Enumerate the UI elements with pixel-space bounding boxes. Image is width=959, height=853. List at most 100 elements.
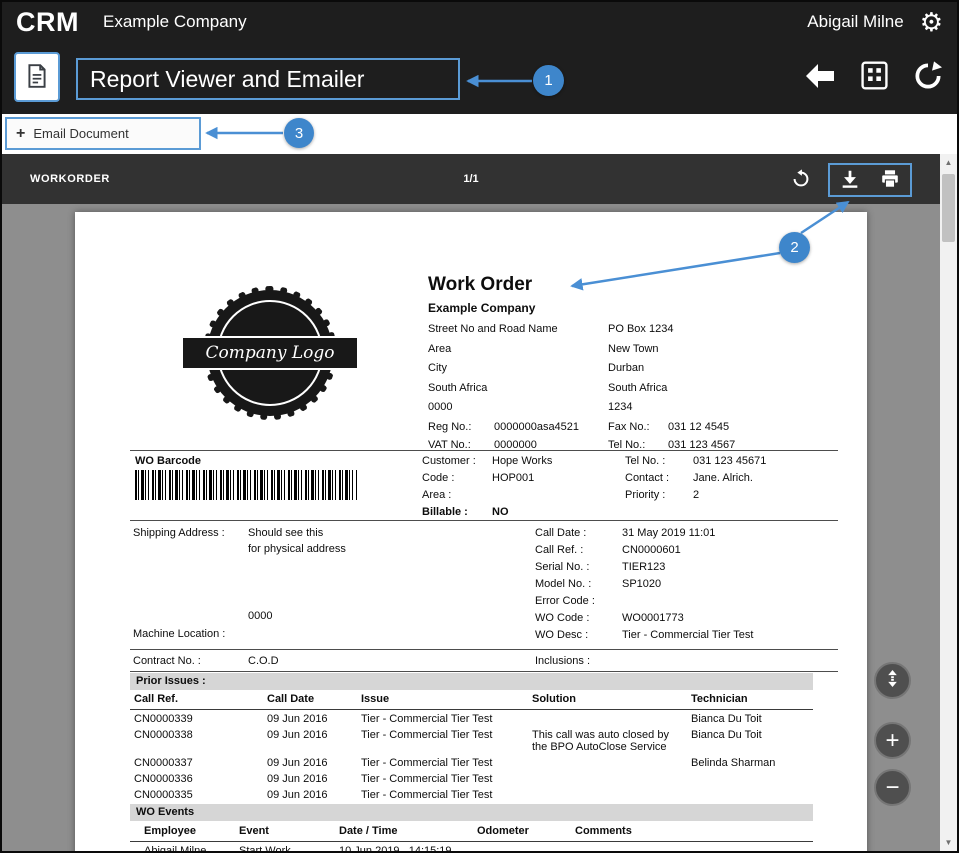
prior-issues-band: Prior Issues : [130, 673, 813, 690]
column-header: Odometer [473, 823, 571, 842]
table-row: CN0000338 09 Jun 2016 Tier - Commercial … [130, 726, 813, 754]
fit-to-page-icon [883, 669, 902, 693]
column-header: Issue [357, 691, 528, 710]
wo-barcode-label: WO Barcode [135, 455, 201, 467]
table-cell: CN0000336 [130, 770, 263, 786]
wo-events-table: Employee Event Date / Time Odometer Comm… [130, 823, 813, 853]
address-left: City [428, 362, 608, 374]
callout-1: 1 [533, 65, 564, 96]
column-header: Call Ref. [130, 691, 263, 710]
report-head-block: Work Order Example Company Street No and… [428, 274, 838, 451]
address-right: PO Box 1234 [608, 323, 838, 335]
vertical-scrollbar[interactable]: ▲ ▼ [940, 154, 957, 851]
machine-location-label: Machine Location : [133, 628, 225, 640]
field-label: Code : [422, 472, 492, 484]
document-button[interactable] [14, 52, 60, 102]
toolbar-icons [801, 58, 947, 96]
download-button[interactable] [837, 167, 863, 193]
table-cell: Tier - Commercial Tier Test [357, 726, 528, 754]
address-left: South Africa [428, 382, 608, 394]
seal-text: Company Logo [206, 347, 335, 359]
field-value [492, 489, 552, 501]
back-arrow-icon [802, 58, 838, 97]
address-right: 1234 [608, 401, 838, 413]
zoom-out-icon: − [885, 776, 899, 800]
plus-icon: + [16, 125, 25, 143]
scroll-up-button[interactable]: ▲ [940, 154, 957, 171]
field-value: Hope Works [492, 455, 552, 467]
settings-button[interactable]: ⚙ [920, 9, 943, 35]
field-value: SP1020 [622, 578, 753, 590]
divider [130, 450, 838, 451]
field-label: Call Ref. : [535, 544, 622, 556]
zoom-in-button[interactable]: + [874, 722, 911, 759]
table-cell [687, 770, 813, 786]
shipping-value: Should see this for physical address [248, 527, 346, 559]
field-label: Model No. : [535, 578, 622, 590]
address-left: Street No and Road Name [428, 323, 608, 335]
table-cell: Tier - Commercial Tier Test [357, 710, 528, 727]
table-cell: CN0000335 [130, 786, 263, 802]
company-logo-seal: Company Logo [183, 290, 357, 420]
table-cell: Bianca Du Toit [687, 710, 813, 727]
zoom-out-button[interactable]: − [874, 769, 911, 806]
rotate-button[interactable] [788, 167, 814, 193]
print-button[interactable] [877, 167, 903, 193]
table-row: Abigail Milne Start Work 10 Jun 2019 14:… [130, 842, 813, 853]
tab-email-document[interactable]: + Email Document [5, 117, 201, 150]
table-cell: 09 Jun 2016 [263, 770, 357, 786]
machine-code: 0000 [248, 610, 272, 622]
table-cell [528, 710, 687, 727]
address-left: Area [428, 343, 608, 355]
field-label: Fax No.: [608, 421, 668, 433]
field-value: 031 12 4545 [668, 421, 838, 433]
column-header: Call Date [263, 691, 357, 710]
table-cell: 10 Jun 2019 14:15:19 [335, 842, 473, 853]
field-value: Jane. Alrich. [693, 472, 766, 484]
table-cell [473, 842, 571, 853]
field-value: 31 May 2019 11:01 [622, 527, 753, 539]
table-cell: 09 Jun 2016 [263, 754, 357, 770]
reg-vat-grid: Reg No.: 0000000asa4521 Fax No.: 031 12 … [428, 421, 838, 451]
column-header: Technician [687, 691, 813, 710]
address-right: Durban [608, 362, 838, 374]
contract-label: Contract No. : [133, 655, 201, 667]
scroll-thumb[interactable] [942, 174, 955, 242]
field-value: HOP001 [492, 472, 552, 484]
table-cell: Bianca Du Toit [687, 726, 813, 754]
table-cell: Belinda Sharman [687, 754, 813, 770]
column-header: Event [235, 823, 335, 842]
page-title-highlight-box: Report Viewer and Emailer [76, 58, 460, 100]
document-icon [24, 62, 50, 93]
field-label: Tel No. : [625, 455, 693, 467]
field-value [622, 595, 753, 607]
contact-grid: Tel No. : 031 123 45671 Contact : Jane. … [625, 455, 766, 501]
report-title: Work Order [428, 274, 838, 296]
fit-to-page-button[interactable] [874, 662, 911, 699]
scroll-down-button[interactable]: ▼ [940, 834, 957, 851]
table-cell: CN0000338 [130, 726, 263, 754]
address-left: 0000 [428, 401, 608, 413]
table-cell: Tier - Commercial Tier Test [357, 770, 528, 786]
back-button[interactable] [801, 58, 839, 96]
rotate-icon [790, 178, 812, 193]
barcode-image [135, 470, 357, 500]
column-header: Comments [571, 823, 813, 842]
crm-logo: CRM [16, 7, 79, 38]
column-header: Date / Time [335, 823, 473, 842]
refresh-button[interactable] [909, 58, 947, 96]
app-header: CRM Example Company Abigail Milne ⚙ [2, 2, 957, 42]
company-button[interactable] [855, 58, 893, 96]
column-header: Employee [130, 823, 235, 842]
table-header-row: Employee Event Date / Time Odometer Comm… [130, 823, 813, 842]
table-row: CN0000337 09 Jun 2016 Tier - Commercial … [130, 754, 813, 770]
callout-2: 2 [779, 232, 810, 263]
field-value: 031 123 45671 [693, 455, 766, 467]
printer-icon [879, 168, 901, 193]
field-label: WO Desc : [535, 629, 622, 641]
download-icon [839, 168, 861, 193]
column-header: Solution [528, 691, 687, 710]
field-label: Reg No.: [428, 421, 494, 433]
field-label: Call Date : [535, 527, 622, 539]
prior-issues-table: Call Ref. Call Date Issue Solution Techn… [130, 691, 813, 802]
